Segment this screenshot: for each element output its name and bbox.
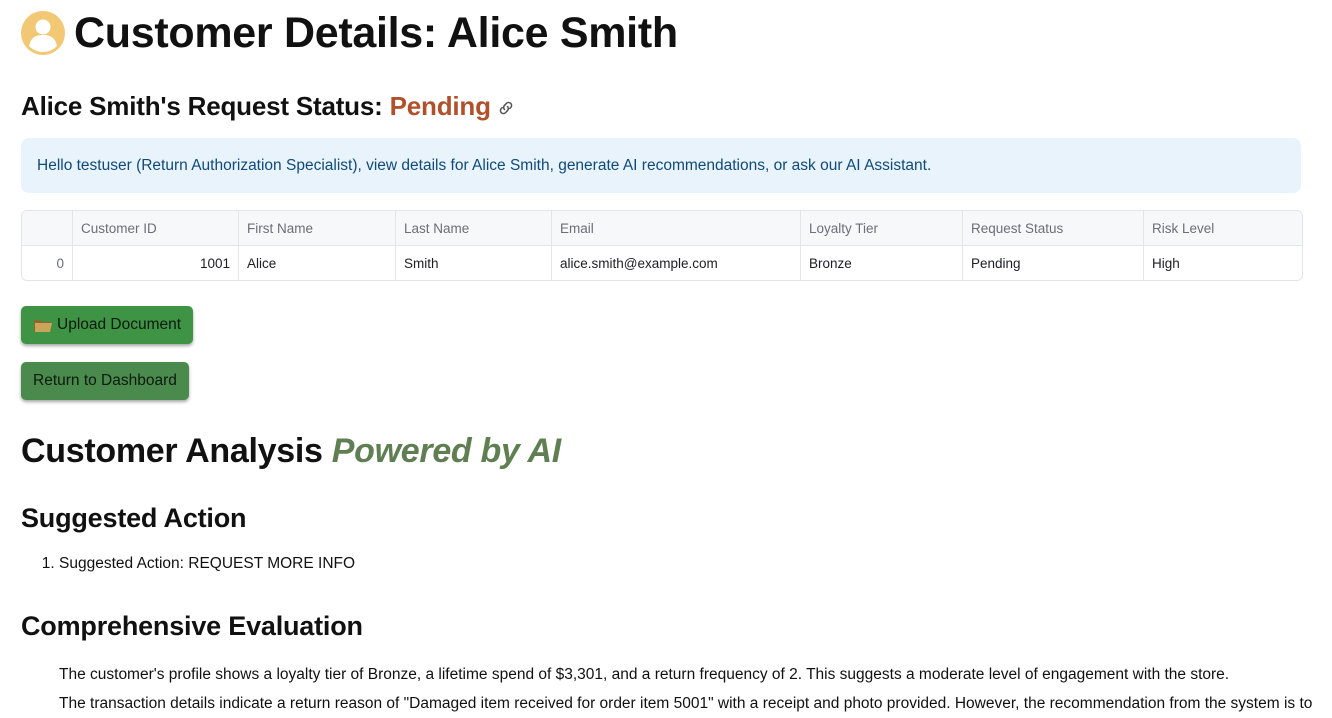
comprehensive-evaluation-heading: Comprehensive Evaluation <box>21 611 363 641</box>
column-header-email[interactable]: Email <box>551 211 801 246</box>
column-header-first-name[interactable]: First Name <box>238 211 396 246</box>
column-header-last-name[interactable]: Last Name <box>395 211 552 246</box>
request-status-row: Alice Smith's Request Status: Pending <box>21 86 1301 126</box>
upload-document-label: Upload Document <box>57 316 182 333</box>
suggested-action-heading: Suggested Action <box>21 503 247 533</box>
link-icon[interactable] <box>497 99 515 117</box>
list-item: The transaction details indicate a retur… <box>59 689 1332 718</box>
return-to-dashboard-button[interactable]: Return to Dashboard <box>21 362 189 400</box>
list-item: The customer's profile shows a loyalty t… <box>59 660 1332 689</box>
request-status-prefix: Alice Smith's Request Status: <box>21 90 390 121</box>
suggested-action-list: Suggested Action: REQUEST MORE INFO <box>21 549 1301 578</box>
info-message-box: Hello testuser (Return Authorization Spe… <box>21 138 1301 193</box>
cell-request-status[interactable]: Pending <box>962 245 1144 280</box>
customer-table: Customer ID First Name Last Name Email L… <box>21 210 1303 281</box>
column-header-request-status[interactable]: Request Status <box>962 211 1144 246</box>
upload-document-button[interactable]: Upload Document <box>21 306 194 344</box>
folder-icon <box>34 320 52 332</box>
cell-index[interactable]: 0 <box>22 245 73 280</box>
column-header-customer-id[interactable]: Customer ID <box>72 211 239 246</box>
cell-risk-level[interactable]: High <box>1144 246 1303 281</box>
column-header-risk-level[interactable]: Risk Level <box>1143 211 1302 246</box>
request-status-value: Pending <box>389 90 491 121</box>
analysis-heading-plain: Customer Analysis <box>21 432 332 470</box>
cell-email[interactable]: alice.smith@example.com <box>551 245 801 280</box>
table-header-row: Customer ID First Name Last Name Email L… <box>22 211 1302 246</box>
return-to-dashboard-label: Return to Dashboard <box>33 372 177 389</box>
page-title: Customer Details: Alice Smith <box>74 8 678 57</box>
customer-analysis-heading: Customer Analysis Powered by AI <box>21 430 1301 472</box>
comprehensive-evaluation-list: The customer's profile shows a loyalty t… <box>21 660 1332 718</box>
column-header-index[interactable] <box>22 211 73 246</box>
cell-loyalty-tier[interactable]: Bronze <box>800 245 963 280</box>
request-status-heading: Alice Smith's Request Status: Pending <box>21 91 491 122</box>
user-avatar-icon <box>21 11 65 55</box>
cell-last-name[interactable]: Smith <box>395 245 552 280</box>
info-message-text: Hello testuser (Return Authorization Spe… <box>37 156 932 174</box>
cell-customer-id[interactable]: 1001 <box>72 245 239 280</box>
analysis-heading-accent: Powered by AI <box>331 432 561 470</box>
table-row: 0 1001 Alice Smith alice.smith@example.c… <box>22 245 1303 281</box>
cell-first-name[interactable]: Alice <box>238 245 396 280</box>
customer-details-page: Customer Details: Alice Smith Alice Smit… <box>0 0 1332 718</box>
title-row: Customer Details: Alice Smith <box>21 1 1301 65</box>
customer-data-table: Customer ID First Name Last Name Email L… <box>22 211 1302 280</box>
column-header-loyalty-tier[interactable]: Loyalty Tier <box>800 211 963 246</box>
list-item: Suggested Action: REQUEST MORE INFO <box>59 549 1301 578</box>
